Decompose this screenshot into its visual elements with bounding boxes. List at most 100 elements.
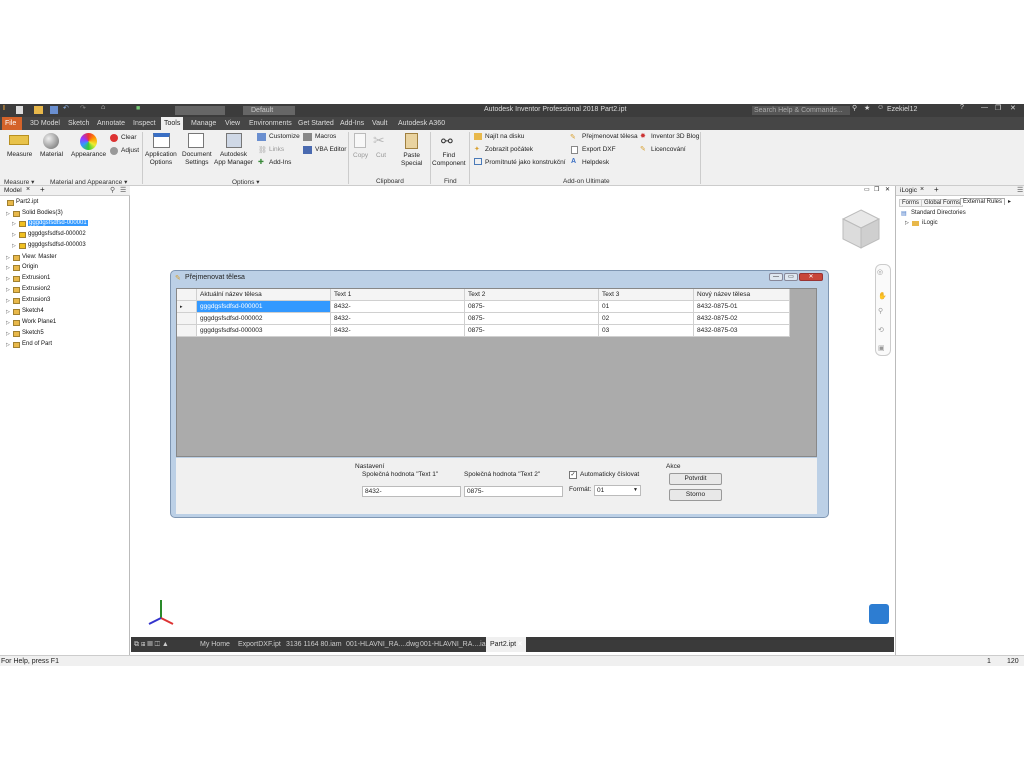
window-close-icon[interactable]: ✕ [885, 186, 890, 193]
search-icon[interactable]: ⚲ [110, 186, 115, 194]
table-cell[interactable]: 8432-0875-02 [694, 313, 790, 325]
column-header[interactable]: Text 1 [331, 289, 465, 301]
table-cell[interactable]: 01 [599, 301, 694, 313]
table-cell[interactable]: 0875- [465, 301, 599, 313]
redo-icon[interactable]: ↷ [80, 104, 86, 112]
pan-icon[interactable]: ✋ [878, 292, 887, 300]
tab-view[interactable]: View [222, 117, 243, 130]
menu-icon[interactable]: ☰ [1017, 186, 1023, 194]
material-dropdown[interactable] [175, 106, 225, 115]
table-cell[interactable]: gggdgsfsdfsd-000002 [197, 313, 331, 325]
tab-global-forms[interactable]: Global Forms [921, 199, 964, 207]
inventor-3d-blog-button[interactable]: Inventor 3D Blog [651, 133, 699, 141]
expand-icon[interactable]: ▷ [6, 287, 10, 293]
links-button[interactable]: Links [269, 146, 284, 154]
expand-icon[interactable]: ▷ [6, 255, 10, 261]
close-model-panel-icon[interactable]: × [26, 186, 30, 193]
doc-tab-3136[interactable]: 3136 1164 80.iam [286, 637, 342, 652]
tab-annotate[interactable]: Annotate [94, 117, 128, 130]
vba-editor-icon[interactable] [303, 146, 312, 154]
promitnute-button[interactable]: Promítnuté jako konstrukční [485, 159, 566, 167]
app-manager-icon[interactable] [226, 133, 242, 148]
layout-icon[interactable]: ⧉ ⊞ ▤ ◫ ▲ [134, 637, 169, 652]
expand-icon[interactable]: ▷ [12, 221, 16, 227]
tree-node-label[interactable]: Extrusion1 [22, 275, 50, 281]
tab-environments[interactable]: Environments [246, 117, 295, 130]
select-filter-icon[interactable]: ■ [136, 105, 140, 112]
tab-external-rules[interactable]: External Rules [960, 198, 1006, 205]
doc-tab-hlavni-iam[interactable]: 001-HLAVNI_RA....iam [420, 637, 491, 652]
table-cell[interactable]: 02 [599, 313, 694, 325]
expand-icon[interactable]: ▷ [12, 243, 16, 249]
tab-file[interactable]: File [2, 117, 22, 130]
paste-special-button[interactable]: Paste Special [401, 152, 422, 168]
tab-3d-model[interactable]: 3D Model [27, 117, 63, 130]
document-settings-icon[interactable] [188, 133, 204, 148]
panel-label-measure[interactable]: Measure ▾ [4, 178, 34, 186]
table-cell[interactable]: 8432- [331, 313, 465, 325]
tree-node-label[interactable]: Sketch5 [22, 330, 44, 336]
auto-number-checkbox[interactable]: ✓ [569, 471, 577, 479]
tab-get-started[interactable]: Get Started [295, 117, 337, 130]
tree-node-label[interactable]: gggdgsfsdfsd-000001 [28, 220, 88, 226]
tree-node-label[interactable]: End of Part [22, 341, 52, 347]
clear-icon[interactable] [110, 134, 118, 142]
table-cell[interactable]: 8432- [331, 301, 465, 313]
table-cell[interactable]: 0875- [465, 325, 599, 337]
expand-icon[interactable]: ▷ [6, 265, 10, 271]
zobrazit-pocatek-button[interactable]: Zobrazit počátek [485, 146, 533, 154]
column-header[interactable]: Aktuální název tělesa [197, 289, 331, 301]
doc-tab-exportdxf[interactable]: ExportDXF.ipt [238, 637, 281, 652]
add-panel-icon[interactable]: + [40, 185, 45, 194]
expand-icon[interactable]: ▷ [6, 342, 10, 348]
expand-icon[interactable]: ▷ [6, 276, 10, 282]
table-cell[interactable]: gggdgsfsdfsd-000001 [197, 301, 331, 313]
appearance-button[interactable]: Appearance [71, 151, 106, 159]
macros-icon[interactable] [303, 133, 312, 141]
application-options-icon[interactable] [153, 133, 170, 148]
standard-directories-node[interactable]: Standard Directories [911, 210, 966, 216]
customize-icon[interactable] [257, 133, 266, 141]
adjust-icon[interactable] [110, 147, 118, 155]
text1-input[interactable]: 8432- [362, 486, 461, 497]
tab-model[interactable]: Model [4, 187, 22, 194]
cut-button[interactable]: Cut [376, 152, 386, 160]
tab-add-ins[interactable]: Add-Ins [337, 117, 367, 130]
row-header[interactable]: ▸ [177, 301, 197, 313]
viewcube-icon[interactable] [839, 208, 883, 252]
tree-node-label[interactable]: Solid Bodies(3) [22, 210, 63, 216]
vault-logo-icon[interactable] [869, 604, 889, 624]
paste-special-icon[interactable] [405, 133, 418, 149]
expand-icon[interactable]: ▷ [6, 331, 10, 337]
clear-button[interactable]: Clear [121, 134, 137, 142]
dialog-minimize-button[interactable]: — [769, 273, 783, 281]
ilogic-folder-node[interactable]: iLogic [922, 220, 938, 226]
table-cell[interactable]: 8432- [331, 325, 465, 337]
table-cell[interactable]: gggdgsfsdfsd-000003 [197, 325, 331, 337]
tab-vault[interactable]: Vault [369, 117, 390, 130]
tree-node-label[interactable]: Part2.ipt [16, 199, 38, 205]
close-doc-tab-icon[interactable]: ✕ [517, 637, 523, 652]
close-ilogic-icon[interactable]: × [920, 186, 924, 193]
close-button[interactable]: ✕ [1010, 104, 1016, 112]
panel-label-material-appearance[interactable]: Material and Appearance ▾ [50, 178, 127, 186]
tree-node-label[interactable]: gggdgsfsdfsd-000003 [28, 242, 86, 248]
expand-icon[interactable]: ▷ [12, 232, 16, 238]
measure-icon[interactable] [9, 135, 29, 145]
helpdesk-button[interactable]: Helpdesk [582, 159, 609, 167]
find-component-button[interactable]: Find Component [432, 152, 466, 168]
column-header[interactable]: Text 2 [465, 289, 599, 301]
undo-icon[interactable]: ↶ [63, 104, 69, 112]
tab-sketch[interactable]: Sketch [65, 117, 92, 130]
save-icon[interactable] [50, 106, 58, 114]
column-header[interactable]: Text 3 [599, 289, 694, 301]
tree-node-label[interactable]: Extrusion3 [22, 297, 50, 303]
window-min-icon[interactable]: ▭ [864, 186, 870, 193]
tree-node-label[interactable]: View: Master [22, 254, 57, 260]
add-ins-icon[interactable]: ✚ [258, 158, 264, 166]
expand-icon[interactable]: ▷ [6, 298, 10, 304]
home-icon[interactable]: ⌂ [101, 104, 105, 111]
open-icon[interactable] [34, 106, 43, 114]
column-header[interactable]: Nový název tělesa [694, 289, 790, 301]
appearance-dropdown[interactable]: Default [243, 106, 295, 115]
